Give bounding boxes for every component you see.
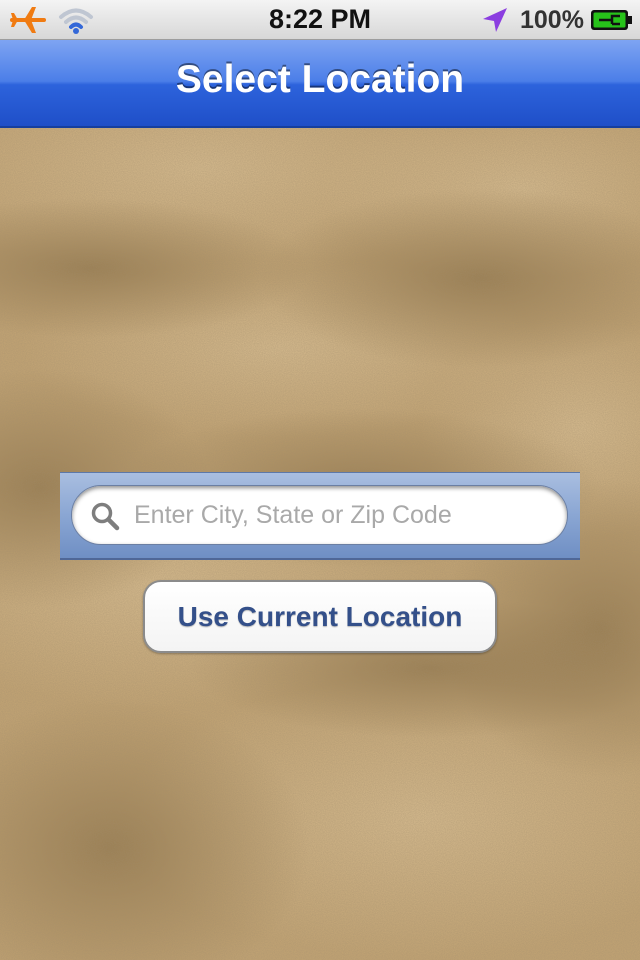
nav-bar: Select Location — [0, 40, 640, 128]
page-title: Select Location — [175, 58, 465, 101]
search-placeholder: Enter City, State or Zip Code — [134, 501, 452, 529]
search-bar: Enter City, State or Zip Code — [60, 472, 580, 560]
location-arrow-icon — [483, 8, 507, 32]
battery-charging-icon — [591, 10, 632, 30]
status-bar: 8:22 PM 100% — [0, 0, 640, 40]
airplane-icon — [10, 7, 46, 33]
use-current-location-button[interactable]: Use Current Location — [143, 580, 497, 653]
search-input[interactable]: Enter City, State or Zip Code — [71, 485, 568, 545]
wifi-icon — [59, 8, 93, 34]
search-icon — [91, 502, 120, 531]
battery-percent: 100% — [520, 6, 584, 34]
screen: 8:22 PM 100% Select Location Enter City,… — [0, 0, 640, 960]
